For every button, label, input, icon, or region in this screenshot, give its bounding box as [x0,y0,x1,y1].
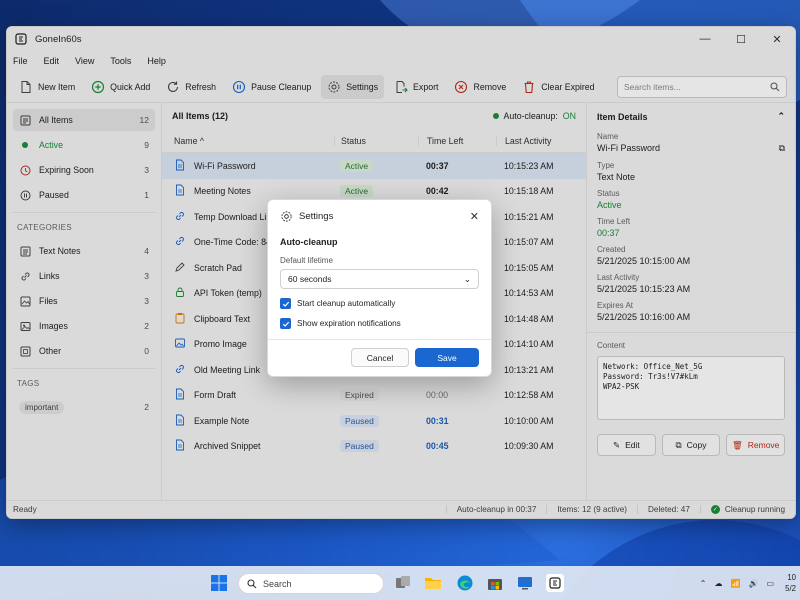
goneIn60s-taskbar-icon[interactable] [546,574,564,592]
taskbar-clock[interactable]: 10 5/2 [782,572,796,594]
task-view-icon[interactable] [394,574,412,592]
gear-icon [281,211,292,222]
system-tray: ⌃ ☁ 📶 🔊 ▭ 10 5/2 [700,566,800,600]
dialog-section-title: Auto-cleanup [280,237,338,247]
settings-dialog: Settings ✕ Auto-cleanup Default lifetime… [267,199,492,377]
taskbar-search[interactable]: Search [238,573,384,594]
lifetime-select[interactable]: 60 seconds ⌄ [280,269,479,289]
lifetime-label: Default lifetime [280,256,333,265]
dialog-header: Settings ✕ [280,210,479,223]
dialog-title: Settings [299,211,334,222]
cancel-button[interactable]: Cancel [351,348,409,367]
save-button[interactable]: Save [415,348,479,367]
dialog-close-icon[interactable]: ✕ [470,210,479,223]
dialog-divider [268,339,491,340]
store-icon[interactable] [486,574,504,592]
wifi-icon[interactable]: 📶 [731,579,741,588]
show-notifications-checkbox[interactable]: Show expiration notifications [280,318,479,329]
chevron-down-icon: ⌄ [463,273,471,284]
chevron-up-icon[interactable]: ⌃ [700,579,707,588]
cloud-icon[interactable]: ☁ [715,579,723,588]
search-icon [247,578,257,588]
volume-icon[interactable]: 🔊 [748,579,758,588]
taskbar: Search ⌃ ☁ 📶 🔊 ▭ 10 5/2 [0,566,800,600]
file-explorer-icon[interactable] [424,574,442,592]
edge-browser-icon[interactable] [456,574,474,592]
dialog-actions: Cancel Save [280,348,479,367]
start-cleanup-checkbox[interactable]: Start cleanup automatically [280,298,479,309]
battery-icon[interactable]: ▭ [766,579,774,588]
checkbox-checked-icon [280,318,291,329]
windows-start-icon[interactable] [210,574,228,592]
remote-desktop-icon[interactable] [516,574,534,592]
checkbox-checked-icon [280,298,291,309]
